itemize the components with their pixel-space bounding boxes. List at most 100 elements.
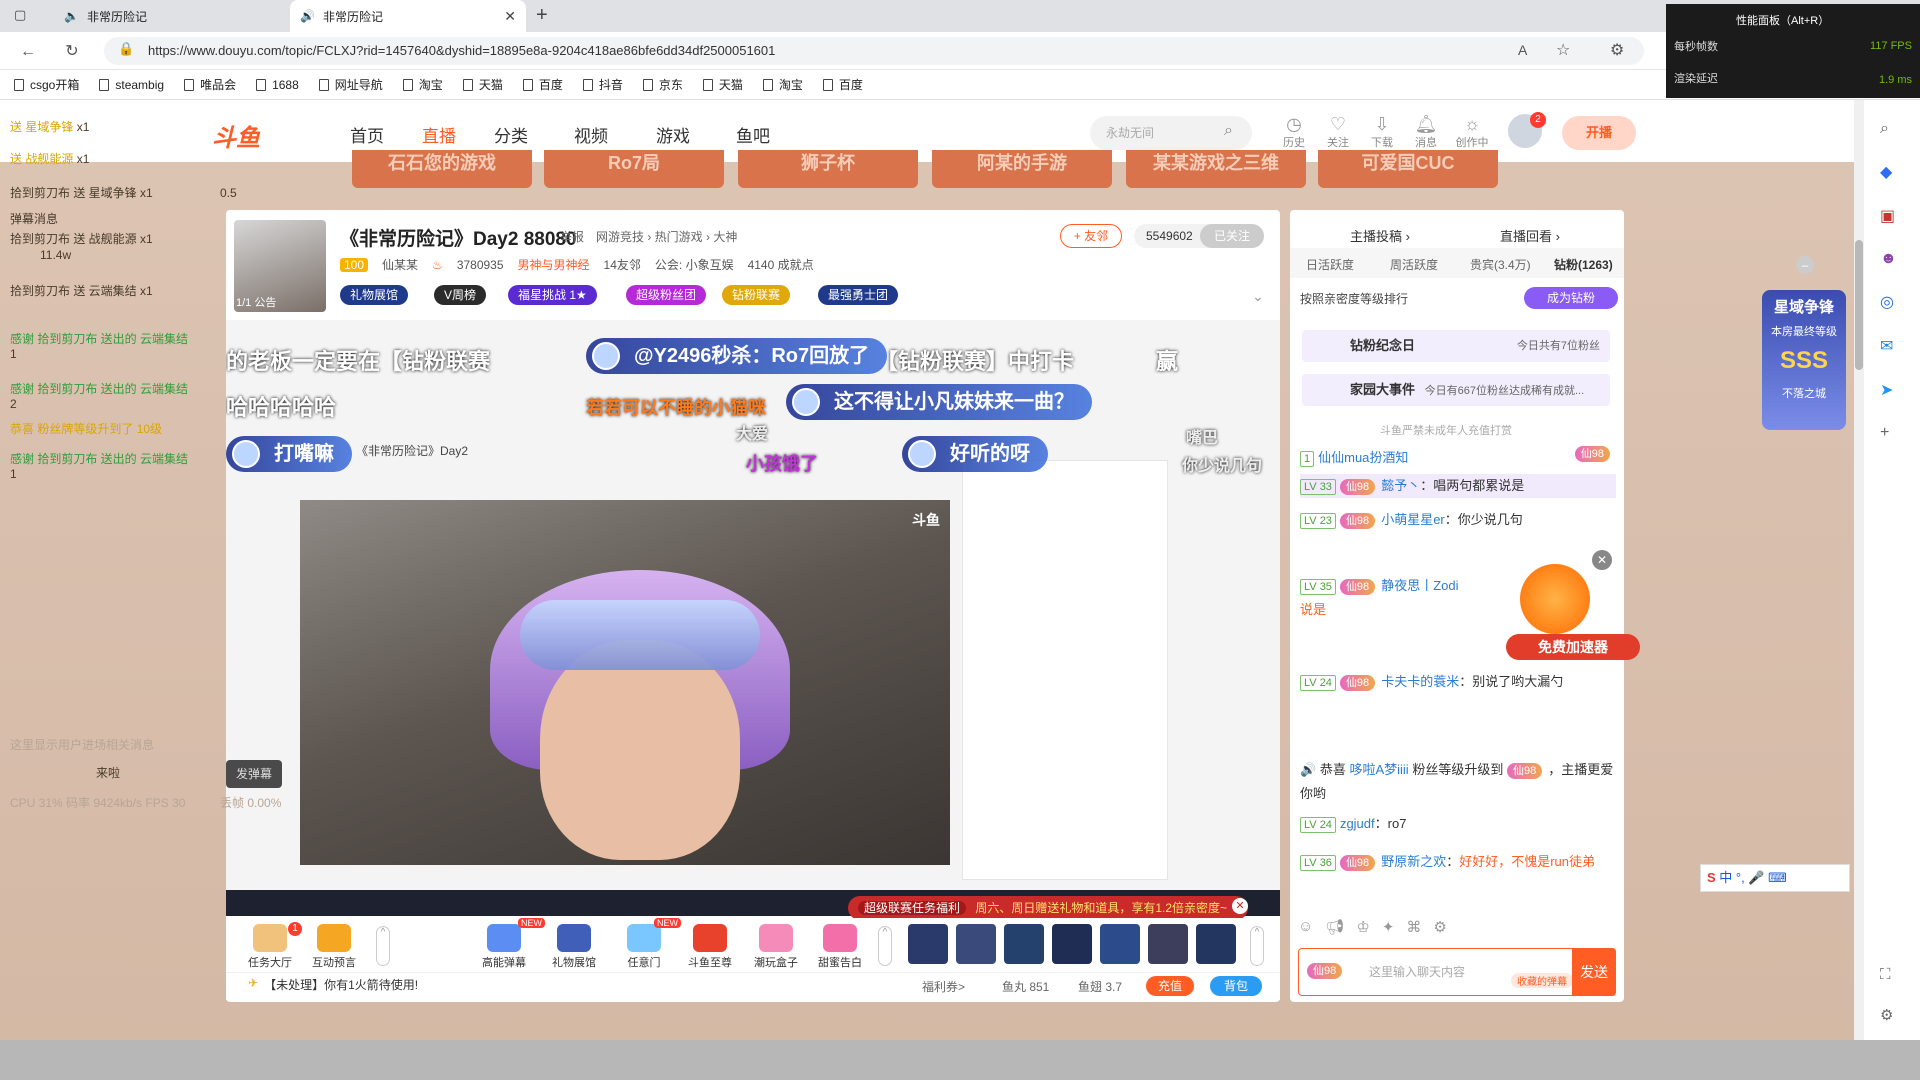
- nav-video[interactable]: 视频: [574, 122, 608, 147]
- tab-weekly-activity[interactable]: 周活跃度: [1390, 256, 1438, 273]
- crown-icon[interactable]: ♔: [1356, 918, 1369, 936]
- gift-thumb[interactable]: [1196, 924, 1236, 964]
- url-input[interactable]: https://www.douyu.com/topic/FCLXJ?rid=14…: [104, 37, 1644, 65]
- gift-thumb[interactable]: [1004, 924, 1044, 964]
- close-tab-icon[interactable]: ✕: [504, 8, 516, 25]
- megaphone-icon[interactable]: 📢︎: [1325, 918, 1344, 936]
- add-friend-button[interactable]: + 友邻: [1060, 224, 1122, 248]
- tab-replay[interactable]: 直播回看 ›: [1500, 226, 1560, 245]
- close-banner-icon[interactable]: ✕: [1232, 898, 1248, 914]
- super-fans-pill[interactable]: 超级粉丝团: [626, 285, 707, 305]
- gift-hall-pill[interactable]: 礼物展馆: [340, 285, 409, 305]
- tab-vip[interactable]: 贵宾(3.4万): [1470, 256, 1531, 273]
- video-player[interactable]: 《非常历险记》Day2 斗鱼 搜索 的老板一定要在【钻粉联赛 @Y2496秒杀：…: [226, 320, 1280, 890]
- briefcase-icon[interactable]: ▣: [1880, 206, 1897, 226]
- settings-gear-icon[interactable]: ⚙: [1880, 1006, 1893, 1024]
- tab-contributions[interactable]: 主播投稿 ›: [1350, 226, 1410, 245]
- star-war-widget[interactable]: 星域争锋 本房最终等级 SSS 不落之城: [1762, 290, 1846, 430]
- bookmark-item[interactable]: 百度: [522, 76, 563, 93]
- open-live-button[interactable]: 开播: [1562, 116, 1636, 150]
- bookmark-item[interactable]: csgo开箱: [14, 76, 79, 93]
- globe-icon[interactable]: ◎: [1880, 292, 1897, 312]
- search-icon[interactable]: ⌕: [1880, 120, 1897, 138]
- rocket-icon[interactable]: [1520, 564, 1590, 634]
- speaker-icon[interactable]: 🔊: [300, 9, 315, 23]
- category-banner[interactable]: Ro7局: [544, 150, 724, 188]
- messages-button[interactable]: 🔔︎ 消息: [1406, 114, 1446, 150]
- back-icon[interactable]: ←: [16, 40, 40, 64]
- browser-tab-1[interactable]: 🔈 非常历险记: [54, 0, 284, 32]
- douyu-logo[interactable]: 斗鱼: [212, 118, 292, 152]
- backpack-button[interactable]: 背包: [1210, 976, 1262, 996]
- home-event-box[interactable]: 家园大事件 今日有667位粉丝达成稀有成就...: [1302, 374, 1610, 406]
- become-fan-button[interactable]: 成为钻粉: [1524, 287, 1618, 309]
- nav-game[interactable]: 游戏: [656, 122, 690, 147]
- outlook-icon[interactable]: ✉: [1880, 336, 1897, 356]
- nav-category[interactable]: 分类: [494, 122, 528, 147]
- tab-diamond-fans[interactable]: 钻粉(1263): [1554, 256, 1613, 273]
- achievement-points[interactable]: 4140 成就点: [748, 256, 814, 273]
- bookmark-item[interactable]: 天猫: [462, 76, 503, 93]
- bookmark-item[interactable]: 1688: [256, 76, 299, 93]
- send-icon[interactable]: ➤: [1880, 380, 1897, 400]
- scroll-gifts-up-icon[interactable]: ^: [376, 926, 390, 966]
- gift-thumb[interactable]: [956, 924, 996, 964]
- follow-button[interactable]: ♡ 关注: [1318, 114, 1358, 150]
- rocket-notice[interactable]: ✈ 【未处理】你有1火箭待使用!: [248, 976, 418, 993]
- browser-tab-2[interactable]: 🔊 非常历险记 ✕: [290, 0, 526, 32]
- bookmark-item[interactable]: steambig: [99, 76, 164, 93]
- download-button[interactable]: ⇩ 下载: [1362, 114, 1402, 150]
- bookmark-item[interactable]: 百度: [822, 76, 863, 93]
- gift-thumb[interactable]: [1148, 924, 1188, 964]
- diamond-league-pill[interactable]: 钻粉联赛: [722, 285, 791, 305]
- new-tab-button[interactable]: +: [536, 4, 548, 27]
- category-banner[interactable]: 可爱国CUC: [1318, 150, 1498, 188]
- category-banner[interactable]: 狮子杯: [738, 150, 918, 188]
- gift-item[interactable]: 潮玩盒子: [748, 924, 804, 970]
- recharge-button[interactable]: 充值: [1146, 976, 1194, 996]
- send-button[interactable]: 发送: [1572, 948, 1616, 996]
- breadcrumb[interactable]: 网游竞技 › 热门游戏 › 大神: [596, 228, 737, 245]
- read-aloud-icon[interactable]: A: [1518, 42, 1527, 58]
- gift-thumb[interactable]: [908, 924, 948, 964]
- history-button[interactable]: ◷ 历史: [1274, 114, 1314, 150]
- streamer-name[interactable]: 仙某某: [382, 256, 418, 273]
- prediction-button[interactable]: 互动预言: [306, 924, 362, 970]
- nav-home[interactable]: 首页: [350, 122, 384, 147]
- followed-button[interactable]: 已关注: [1200, 224, 1264, 248]
- gift-item[interactable]: 甜蜜告白: [812, 924, 868, 970]
- send-danmaku-button[interactable]: 发弹幕: [226, 760, 282, 788]
- gift-thumb[interactable]: [1100, 924, 1140, 964]
- bookmark-item[interactable]: 抖音: [582, 76, 623, 93]
- reload-icon[interactable]: ↻: [60, 40, 84, 64]
- ime-toolbar[interactable]: S 中 °, 🎤 ⌨: [1700, 864, 1850, 892]
- settings-icon[interactable]: ⚙: [1433, 918, 1446, 936]
- lock-icon[interactable]: 🔒: [118, 41, 134, 57]
- bookmark-item[interactable]: 京东: [642, 76, 683, 93]
- gift-item[interactable]: 礼物展馆: [546, 924, 602, 970]
- search-icon[interactable]: ⌕: [1224, 122, 1233, 140]
- room-tag[interactable]: 男神与男神经: [518, 256, 590, 273]
- chat-input[interactable]: 仙98 这里输入聊天内容 收藏的弹幕: [1298, 948, 1616, 996]
- category-banner[interactable]: 某某游戏之三维: [1126, 150, 1306, 188]
- category-banner[interactable]: 石石您的游戏: [352, 150, 532, 188]
- tag-icon[interactable]: ⌘: [1406, 918, 1421, 936]
- bookmark-item[interactable]: 淘宝: [402, 76, 443, 93]
- report-link[interactable]: 举报: [560, 228, 584, 245]
- nav-yuba[interactable]: 鱼吧: [736, 122, 770, 147]
- tag-icon[interactable]: ◆: [1880, 162, 1897, 182]
- bookmark-item[interactable]: 唯品会: [184, 76, 236, 93]
- v-weekly-pill[interactable]: V周榜: [434, 285, 487, 305]
- people-icon[interactable]: ☻: [1880, 250, 1897, 268]
- bookmark-item[interactable]: 天猫: [702, 76, 743, 93]
- screenshot-icon[interactable]: ⛶: [1880, 966, 1891, 983]
- bookmark-item[interactable]: 网址导航: [318, 76, 383, 93]
- minimize-widget-icon[interactable]: –: [1796, 256, 1814, 274]
- speaker-muted-icon[interactable]: 🔈: [64, 9, 79, 23]
- expand-chevron-icon[interactable]: ⌄: [1252, 288, 1264, 305]
- tab-daily-activity[interactable]: 日活跃度: [1306, 256, 1354, 273]
- category-banner[interactable]: 阿某的手游: [932, 150, 1112, 188]
- add-icon[interactable]: +: [1880, 424, 1897, 442]
- gift-item[interactable]: 高能弹幕: [476, 924, 532, 970]
- extensions-icon[interactable]: ⚙: [1610, 40, 1624, 60]
